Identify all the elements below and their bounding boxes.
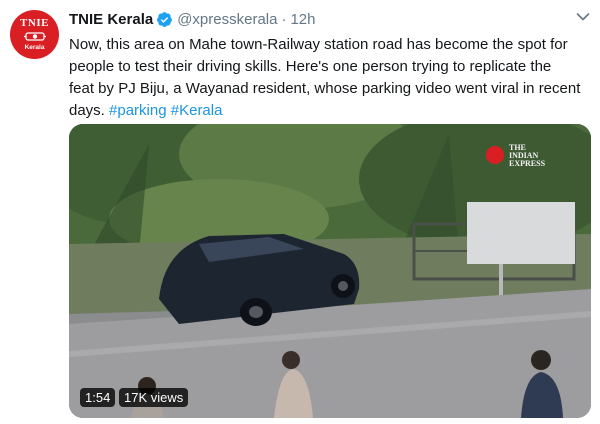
- avatar-text-top: TNIE: [20, 17, 49, 29]
- separator-dot: ·: [281, 10, 287, 28]
- avatar-text-bottom: Kerala: [24, 44, 45, 51]
- hashtag-kerala[interactable]: #Kerala: [171, 102, 223, 119]
- video-duration-badge: 1:54: [80, 388, 116, 407]
- watermark-text: EXPRESS: [509, 159, 546, 168]
- author-handle[interactable]: @xpresskerala: [177, 11, 277, 28]
- video-frame: [69, 124, 591, 418]
- watermark: THE INDIAN EXPRESS: [509, 144, 545, 168]
- tweet-text-line: Now, this area on Mahe town-Railway stat…: [69, 36, 568, 53]
- avatar[interactable]: TNIE Kerala: [10, 10, 59, 59]
- caret-down-icon[interactable]: [576, 12, 590, 22]
- video-player[interactable]: THE INDIAN EXPRESS 1:54 17K views: [69, 124, 591, 418]
- hashtag-parking[interactable]: #parking: [109, 102, 167, 119]
- tweet-text-line: feat by PJ Biju, a Wayanad resident, who…: [69, 80, 581, 97]
- author-name[interactable]: TNIE Kerala: [69, 11, 153, 28]
- tweet-text-line: days.: [69, 102, 110, 119]
- tweet-text-line-last: days. #parking #Kerala: [69, 100, 587, 122]
- tweet-text-line: people to test their driving skills. Her…: [69, 58, 552, 75]
- tweet-text: Now, this area on Mahe town-Railway stat…: [69, 34, 587, 122]
- timestamp[interactable]: 12h: [290, 11, 315, 28]
- video-views-badge: 17K views: [119, 388, 189, 407]
- tweet-header: TNIE Kerala @xpresskerala · 12h: [69, 8, 560, 30]
- emblem-icon: [23, 32, 46, 41]
- verified-badge-icon: [157, 11, 173, 27]
